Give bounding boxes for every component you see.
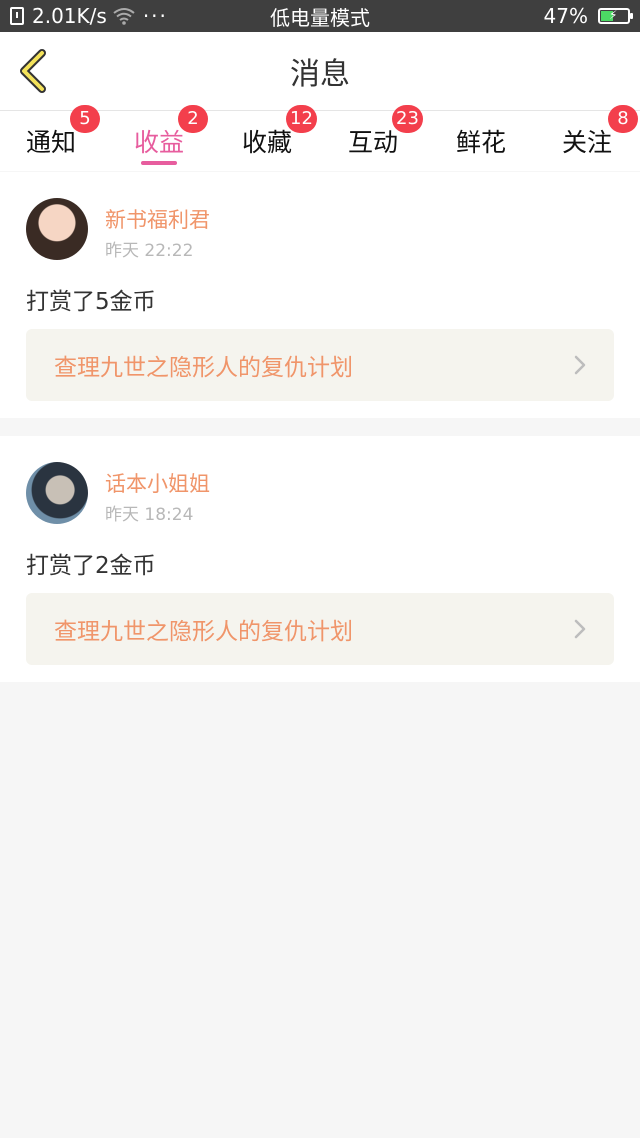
back-arrow-icon bbox=[20, 49, 46, 93]
power-mode-label: 低电量模式 bbox=[270, 5, 370, 30]
user-name[interactable]: 新书福利君 bbox=[105, 204, 210, 234]
message-time: 昨天 22:22 bbox=[105, 241, 194, 261]
tab-follows[interactable]: 关注 8 bbox=[536, 105, 638, 171]
tab-label: 通知 bbox=[25, 128, 76, 157]
tab-label: 关注 bbox=[561, 128, 612, 157]
tab-label: 互动 bbox=[347, 128, 398, 157]
chevron-right-icon bbox=[574, 355, 586, 375]
battery-icon: ⚡ bbox=[598, 8, 633, 24]
message-card: 新书福利君 昨天 22:22 打赏了5金币 查理九世之隐形人的复仇计划 bbox=[0, 172, 640, 418]
message-card: 话本小姐姐 昨天 18:24 打赏了2金币 查理九世之隐形人的复仇计划 bbox=[0, 436, 640, 682]
charging-icon: ⚡ bbox=[609, 8, 618, 22]
message-text: 打赏了5金币 bbox=[26, 289, 156, 315]
tab-interactions[interactable]: 互动 23 bbox=[322, 105, 424, 171]
message-text: 打赏了2金币 bbox=[26, 553, 156, 579]
battery-percent: 47% bbox=[543, 4, 588, 28]
tab-label: 收藏 bbox=[241, 128, 292, 157]
tab-badge: 2 bbox=[178, 105, 208, 133]
tab-favorites[interactable]: 收藏 12 bbox=[216, 105, 318, 171]
active-tab-indicator bbox=[141, 161, 177, 165]
tab-label: 收益 bbox=[133, 128, 184, 157]
page-title: 消息 bbox=[290, 57, 350, 92]
tab-badge: 8 bbox=[608, 105, 638, 133]
tab-badge: 23 bbox=[392, 105, 423, 133]
status-bar: 2.01K/s ··· 低电量模式 47% ⚡ bbox=[0, 0, 640, 32]
book-link[interactable]: 查理九世之隐形人的复仇计划 bbox=[26, 593, 614, 665]
back-button[interactable] bbox=[14, 49, 58, 93]
nav-bar: 消息 bbox=[0, 32, 640, 111]
tab-bar: 通知 5 收益 2 收藏 12 互动 23 鲜花 关注 8 bbox=[0, 105, 640, 171]
tab-badge: 12 bbox=[286, 105, 317, 133]
tab-flowers[interactable]: 鲜花 bbox=[430, 111, 532, 171]
status-right: 47% ⚡ bbox=[543, 0, 633, 32]
tab-notifications[interactable]: 通知 5 bbox=[0, 105, 102, 171]
book-title: 查理九世之隐形人的复仇计划 bbox=[54, 619, 353, 645]
user-name[interactable]: 话本小姐姐 bbox=[105, 468, 210, 498]
tab-earnings[interactable]: 收益 2 bbox=[108, 105, 210, 171]
book-link[interactable]: 查理九世之隐形人的复仇计划 bbox=[26, 329, 614, 401]
avatar[interactable] bbox=[26, 198, 88, 260]
book-title: 查理九世之隐形人的复仇计划 bbox=[54, 355, 353, 381]
message-time: 昨天 18:24 bbox=[105, 505, 194, 525]
chevron-right-icon bbox=[574, 619, 586, 639]
tab-label: 鲜花 bbox=[455, 128, 506, 157]
tab-badge: 5 bbox=[70, 105, 100, 133]
avatar[interactable] bbox=[26, 462, 88, 524]
